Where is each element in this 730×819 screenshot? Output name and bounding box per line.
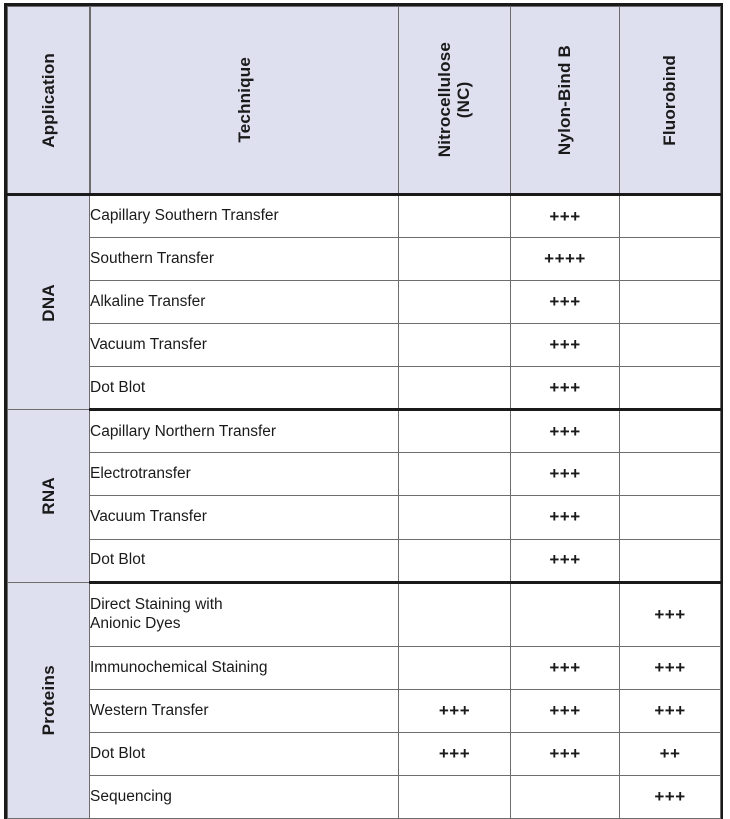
table-row: Alkaline Transfer +++ xyxy=(8,280,721,325)
nylon-bind-b-rating-cell: ++++ xyxy=(510,237,620,282)
nylon-bind-b-rating-cell: +++ xyxy=(510,688,620,733)
nitrocellulose-rating-cell xyxy=(398,192,511,239)
nitrocellulose-rating-cell xyxy=(398,580,511,647)
fluorobind-rating-cell xyxy=(619,323,721,368)
fluorobind-rating-cell: +++ xyxy=(619,774,721,819)
technique-cell: Capillary Southern Transfer xyxy=(89,192,399,239)
table-row: Vacuum Transfer +++ xyxy=(8,495,721,540)
table-header: Application Technique Nitrocellulose (NC… xyxy=(7,6,721,196)
nylon-bind-b-rating-cell: +++ xyxy=(510,408,620,454)
nitrocellulose-rating-cell xyxy=(398,366,511,411)
table-row: Sequencing +++ xyxy=(8,774,721,819)
fluorobind-rating-cell xyxy=(619,280,721,325)
table-row: Dot Blot +++ xyxy=(8,538,721,583)
nylon-bind-b-rating-cell: +++ xyxy=(510,280,620,325)
technique-cell: Vacuum Transfer xyxy=(89,323,399,368)
fluorobind-rating-cell xyxy=(619,452,721,497)
column-header-application: Application xyxy=(7,6,91,196)
table-row: Proteins Direct Staining with Anionic Dye… xyxy=(7,580,721,819)
table-row: RNA Capillary Northern Transfer +++ xyxy=(7,408,721,583)
nylon-bind-b-rating-cell xyxy=(510,580,620,647)
blotting-membrane-table-container: Application Technique Nitrocellulose (NC… xyxy=(4,3,723,819)
section-label-text: Proteins xyxy=(38,665,58,736)
fluorobind-rating-cell: +++ xyxy=(619,580,721,647)
nitrocellulose-rating-cell xyxy=(398,408,511,454)
section-label-dna: DNA xyxy=(7,194,90,411)
technique-cell: Vacuum Transfer xyxy=(89,495,399,540)
technique-cell: Dot Blot xyxy=(89,366,399,411)
nitrocellulose-rating-cell xyxy=(398,237,511,282)
section-label-text: DNA xyxy=(38,283,58,322)
technique-cell: Dot Blot xyxy=(89,731,399,776)
nylon-bind-b-rating-cell xyxy=(510,774,620,819)
table-row: Electrotransfer +++ xyxy=(8,452,721,497)
fluorobind-rating-cell: +++ xyxy=(619,645,721,690)
nylon-bind-b-rating-cell: +++ xyxy=(510,538,620,583)
column-header-technique: Technique xyxy=(89,6,399,196)
nylon-bind-b-rating-cell: +++ xyxy=(510,366,620,411)
technique-cell: Western Transfer xyxy=(89,688,399,733)
column-header-nylon-bind-b-label: Nylon-Bind B xyxy=(555,44,575,156)
nitrocellulose-rating-cell xyxy=(398,495,511,540)
technique-cell: Immunochemical Staining xyxy=(89,645,399,690)
table-row: Vacuum Transfer +++ xyxy=(8,323,721,368)
nitrocellulose-rating-cell xyxy=(398,323,511,368)
nitrocellulose-rating-cell xyxy=(398,280,511,325)
fluorobind-rating-cell xyxy=(619,408,721,454)
nylon-bind-b-rating-cell: +++ xyxy=(510,192,620,239)
section-label-text: RNA xyxy=(38,477,58,515)
nitrocellulose-rating-cell xyxy=(398,774,511,819)
nylon-bind-b-rating-cell: +++ xyxy=(510,495,620,540)
nitrocellulose-rating-cell xyxy=(398,645,511,690)
nitrocellulose-rating-cell: +++ xyxy=(398,688,511,733)
column-header-technique-label: Technique xyxy=(234,57,254,143)
section-label-proteins: Proteins xyxy=(7,582,90,819)
fluorobind-rating-cell: +++ xyxy=(619,688,721,733)
fluorobind-rating-cell xyxy=(619,192,721,239)
nitrocellulose-rating-cell xyxy=(398,538,511,583)
technique-cell: Alkaline Transfer xyxy=(89,280,399,325)
fluorobind-rating-cell xyxy=(619,366,721,411)
technique-cell: Dot Blot xyxy=(89,538,399,583)
technique-cell: Electrotransfer xyxy=(89,452,399,497)
table-row: Immunochemical Staining +++ +++ xyxy=(8,645,721,690)
header-row: Application Technique Nitrocellulose (NC… xyxy=(7,6,721,196)
column-header-nylon-bind-b: Nylon-Bind B xyxy=(510,6,620,196)
fluorobind-rating-cell xyxy=(619,237,721,282)
blotting-membrane-table: Application Technique Nitrocellulose (NC… xyxy=(7,6,721,819)
technique-cell: Southern Transfer xyxy=(89,237,399,282)
column-header-fluorobind: Fluorobind xyxy=(619,6,721,196)
nylon-bind-b-rating-cell: +++ xyxy=(510,645,620,690)
fluorobind-rating-cell: ++ xyxy=(619,731,721,776)
nylon-bind-b-rating-cell: +++ xyxy=(510,731,620,776)
column-header-nitrocellulose-label: Nitrocellulose (NC) xyxy=(435,42,474,158)
column-header-nitrocellulose: Nitrocellulose (NC) xyxy=(398,6,511,196)
table-row: DNA Capillary Southern Transfer +++ xyxy=(7,192,721,411)
section-label-rna: RNA xyxy=(7,409,90,583)
nylon-bind-b-rating-cell: +++ xyxy=(510,323,620,368)
nitrocellulose-rating-cell xyxy=(398,452,511,497)
technique-cell: Capillary Northern Transfer xyxy=(89,408,399,454)
table-row: Southern Transfer ++++ xyxy=(8,237,721,282)
fluorobind-rating-cell xyxy=(619,538,721,583)
table-row: Dot Blot +++ xyxy=(8,366,721,411)
table-row: Dot Blot +++ +++ ++ xyxy=(8,731,721,776)
fluorobind-rating-cell xyxy=(619,495,721,540)
column-header-fluorobind-label: Fluorobind xyxy=(660,54,680,146)
technique-cell: Sequencing xyxy=(89,774,399,819)
technique-cell: Direct Staining with Anionic Dyes xyxy=(89,580,399,647)
table-row: Western Transfer +++ +++ +++ xyxy=(8,688,721,733)
column-header-application-label: Application xyxy=(38,52,58,148)
nitrocellulose-rating-cell: +++ xyxy=(398,731,511,776)
table-body: DNA Capillary Southern Transfer +++ Souther… xyxy=(7,192,721,819)
nylon-bind-b-rating-cell: +++ xyxy=(510,452,620,497)
